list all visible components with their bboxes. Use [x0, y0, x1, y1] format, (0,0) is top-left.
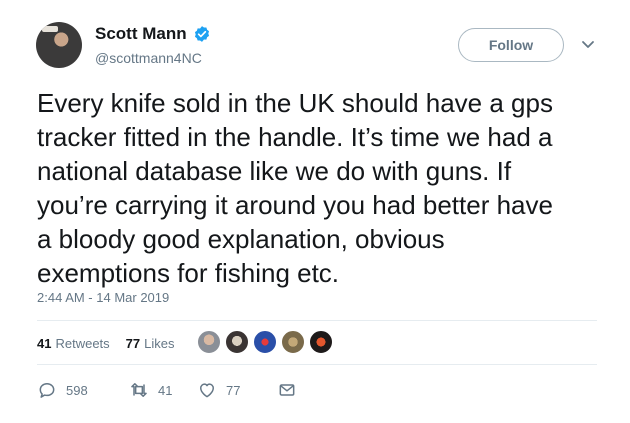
reply-icon [39, 383, 55, 398]
message-action[interactable] [277, 380, 306, 400]
timestamp[interactable]: 2:44 AM - 14 Mar 2019 [37, 290, 169, 305]
retweets-label: Retweets [55, 336, 110, 351]
divider [37, 320, 597, 321]
retweets-count: 41 [37, 336, 52, 351]
like-action[interactable]: 77 [197, 380, 240, 400]
tweet-line: tracker fitted in the handle. It’s time … [37, 122, 553, 152]
tweet-text: Every knife sold in the UK should have a… [37, 86, 612, 290]
heart-icon [200, 383, 214, 398]
follow-button[interactable]: Follow [458, 28, 564, 62]
liker-avatar[interactable] [308, 329, 334, 355]
liker-avatar[interactable] [224, 329, 250, 355]
likes-count: 77 [125, 336, 141, 351]
like-count: 77 [226, 382, 241, 398]
verified-badge-icon [194, 26, 209, 42]
liker-avatar[interactable] [280, 329, 306, 355]
liker-avatar[interactable] [252, 329, 278, 355]
retweet-count: 41 [158, 382, 173, 398]
liker-avatars [196, 329, 336, 355]
tweet-line: a bloody good explanation, obvious [37, 224, 445, 254]
engagement-stats: 41 Retweets 77 Likes [37, 336, 191, 351]
retweet-action[interactable]: 41 [129, 380, 172, 400]
envelope-icon [279, 384, 295, 396]
retweets-stat[interactable]: 41 Retweets [37, 336, 110, 351]
likes-stat[interactable]: 77 Likes [126, 336, 175, 351]
display-name[interactable]: Scott Mann [95, 24, 187, 44]
tweet-card: Scott Mann @scottmann4NC Follow Every kn… [0, 0, 630, 423]
name-row: Scott Mann [95, 24, 211, 44]
tweet-line: national database like we do with guns. … [37, 156, 512, 186]
reply-count: 598 [66, 382, 88, 398]
chevron-down-icon[interactable] [581, 40, 595, 50]
tweet-line: exemptions for fishing etc. [37, 258, 340, 288]
retweet-icon [131, 383, 147, 397]
tweet-line: you’re carrying it around you had better… [37, 190, 553, 220]
likes-label: Likes [144, 336, 175, 351]
tweet-line: Every knife sold in the UK should have a… [37, 88, 553, 118]
liker-avatar[interactable] [196, 329, 222, 355]
reply-action[interactable]: 598 [37, 380, 88, 400]
user-handle[interactable]: @scottmann4NC [95, 50, 202, 66]
divider [37, 364, 597, 365]
avatar[interactable] [36, 22, 82, 68]
